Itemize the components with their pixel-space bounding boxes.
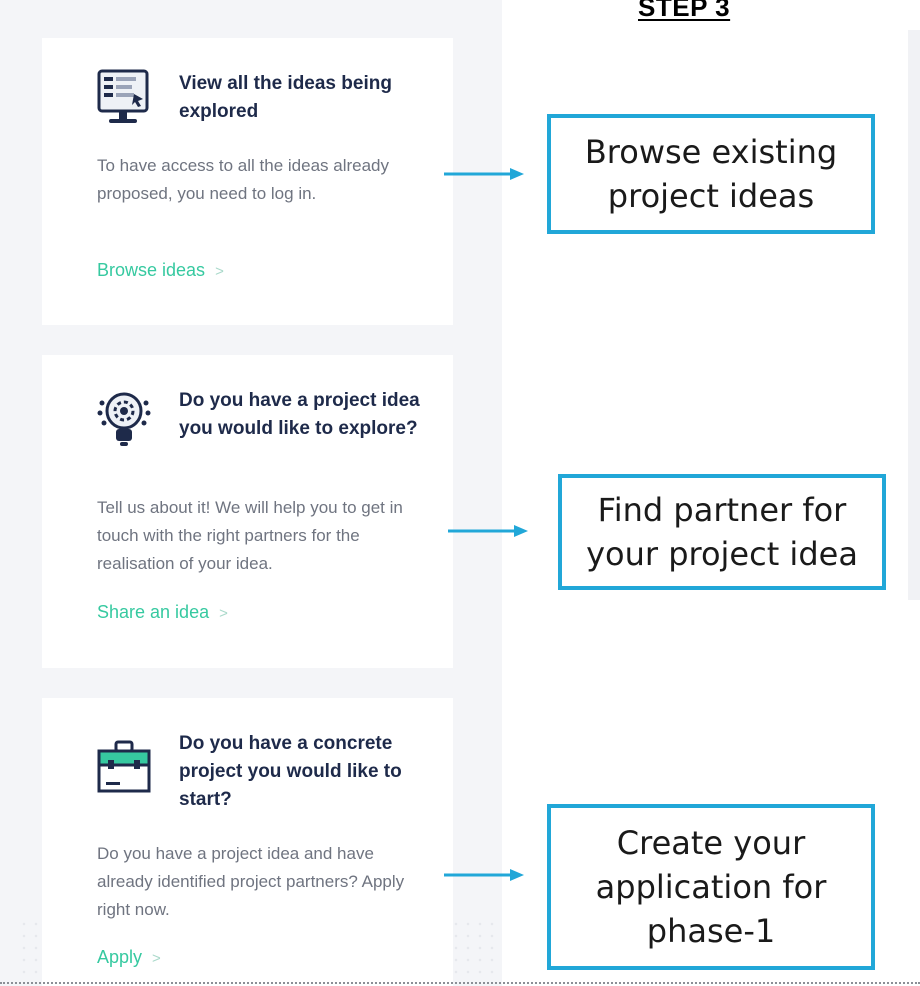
- link-label: Share an idea: [97, 602, 210, 622]
- arrow-right-icon: [444, 869, 524, 881]
- browse-ideas-link[interactable]: Browse ideas >: [97, 260, 224, 281]
- toolbox-icon: [96, 740, 152, 802]
- callout-text: Browse existing project ideas: [584, 133, 838, 215]
- apply-link[interactable]: Apply >: [97, 947, 161, 968]
- card-apply: Do you have a concrete project you would…: [42, 698, 453, 986]
- step-title: STEP 3: [638, 0, 731, 22]
- page-divider: [0, 982, 920, 984]
- computer-screen-icon: [96, 68, 152, 130]
- callout-browse-existing: Browse existing project ideas: [547, 114, 875, 234]
- chevron-right-icon: >: [152, 950, 161, 967]
- callout-text: Create your application for phase-1: [595, 824, 827, 950]
- card-view-ideas: View all the ideas being explored To hav…: [42, 38, 453, 325]
- card-title: View all the ideas being explored: [179, 73, 392, 122]
- chevron-right-icon: >: [215, 263, 224, 280]
- callout-text: Find partner for your project idea: [586, 491, 858, 573]
- right-edge-panel: [908, 30, 920, 600]
- card-share-idea: Do you have a project idea you would lik…: [42, 355, 453, 668]
- arrow-right-icon: [448, 525, 528, 537]
- arrow-right-icon: [444, 168, 524, 180]
- chevron-right-icon: >: [219, 605, 228, 622]
- card-description: Tell us about it! We will help you to ge…: [97, 498, 403, 573]
- lightbulb-gear-icon: [96, 387, 152, 449]
- callout-create-application: Create your application for phase-1: [547, 804, 875, 970]
- card-title: Do you have a project idea you would lik…: [179, 390, 420, 439]
- card-title: Do you have a concrete project you would…: [179, 733, 402, 810]
- card-description: To have access to all the ideas already …: [97, 156, 390, 203]
- callout-find-partner: Find partner for your project idea: [558, 474, 886, 590]
- share-idea-link[interactable]: Share an idea >: [97, 602, 228, 623]
- link-label: Apply: [97, 947, 143, 967]
- link-label: Browse ideas: [97, 260, 206, 280]
- card-description: Do you have a project idea and have alre…: [97, 844, 405, 919]
